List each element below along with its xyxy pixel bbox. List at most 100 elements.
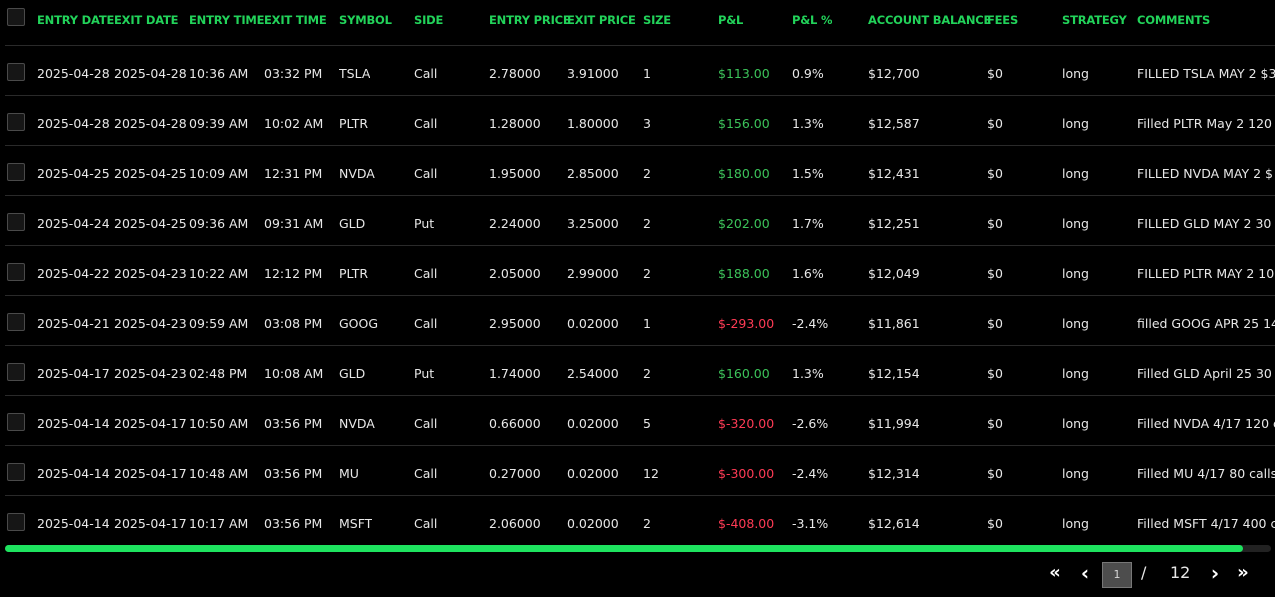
column-header-entry-time[interactable]: ENTRY TIME [189,12,264,28]
row-checkbox[interactable] [7,363,25,381]
row-checkbox[interactable] [7,63,25,81]
table-row[interactable]: 2025-04-17 2025-04-23 02:48 PM 10:08 AM GLD P… [0,346,1275,396]
cell-account-balance: $12,700 [868,66,920,81]
column-header-side[interactable]: SIDE [414,12,443,28]
column-header-fees[interactable]: FEES [987,12,1018,28]
table-row[interactable]: 2025-04-28 2025-04-28 10:36 AM 03:32 PM TSLA… [0,46,1275,96]
cell-entry-time: 09:36 AM [189,216,249,231]
table-row[interactable]: 2025-04-25 2025-04-25 10:09 AM 12:31 PM NVDA… [0,146,1275,196]
page-separator: / [1141,563,1147,582]
cell-fees: $0 [987,366,1003,381]
cell-symbol: GOOG [339,316,379,331]
cell-symbol: MU [339,466,359,481]
cell-entry-time: 10:09 AM [189,166,249,181]
table-row[interactable]: 2025-04-22 2025-04-23 10:22 AM 12:12 PM PLTR… [0,246,1275,296]
cell-side: Call [414,416,438,431]
row-checkbox[interactable] [7,163,25,181]
row-checkbox[interactable] [7,113,25,131]
cell-fees: $0 [987,266,1003,281]
cell-pnl-pct: 1.5% [792,166,824,181]
cell-entry-date: 2025-04-24 [37,216,110,231]
cell-symbol: PLTR [339,116,369,131]
column-header-size[interactable]: SIZE [643,12,671,28]
column-header-exit-time[interactable]: EXIT TIME [264,12,326,28]
cell-entry-price: 0.66000 [489,416,541,431]
cell-entry-date: 2025-04-28 [37,116,110,131]
table-row[interactable]: 2025-04-28 2025-04-28 09:39 AM 10:02 AM PLTR… [0,96,1275,146]
column-header-exit-date[interactable]: EXIT DATE [114,12,178,28]
cell-entry-price: 0.27000 [489,466,541,481]
cell-pnl-pct: 0.9% [792,66,824,81]
table-row[interactable]: 2025-04-14 2025-04-17 10:48 AM 03:56 PM MU Ca… [0,446,1275,496]
column-header-pnl-pct[interactable]: P&L % [792,12,832,28]
cell-exit-date: 2025-04-25 [114,166,187,181]
cell-exit-date: 2025-04-28 [114,66,187,81]
cell-symbol: MSFT [339,516,373,531]
cell-entry-price: 2.95000 [489,316,541,331]
cell-side: Put [414,366,435,381]
cell-account-balance: $12,049 [868,266,920,281]
cell-size: 1 [643,66,651,81]
cell-entry-date: 2025-04-14 [37,416,110,431]
cell-exit-time: 03:56 PM [264,416,323,431]
cell-pnl-pct: 1.3% [792,366,824,381]
cell-exit-price: 0.02000 [567,416,619,431]
row-checkbox[interactable] [7,263,25,281]
table-row[interactable]: 2025-04-14 2025-04-17 10:50 AM 03:56 PM NVDA… [0,396,1275,446]
pagination: « ‹ 1 / 12 › » [1045,560,1275,588]
cell-strategy: long [1062,116,1089,131]
column-header-entry-price[interactable]: ENTRY PRICE [489,12,571,28]
row-checkbox[interactable] [7,513,25,531]
cell-exit-date: 2025-04-23 [114,266,187,281]
cell-strategy: long [1062,216,1089,231]
column-header-entry-date[interactable]: ENTRY DATE [37,12,114,28]
cell-fees: $0 [987,216,1003,231]
cell-size: 2 [643,366,651,381]
horizontal-scrollbar[interactable] [5,545,1271,552]
double-chevron-left-icon[interactable]: « [1045,560,1065,586]
cell-exit-time: 10:08 AM [264,366,324,381]
scrollbar-thumb[interactable] [5,545,1243,552]
chevron-right-icon[interactable]: › [1207,560,1223,586]
cell-comments: Filled PLTR May 2 120 c [1137,116,1275,131]
table-row[interactable]: 2025-04-14 2025-04-17 10:17 AM 03:56 PM MSFT… [0,496,1275,546]
cell-fees: $0 [987,166,1003,181]
select-all-checkbox[interactable] [7,8,25,26]
cell-entry-time: 10:48 AM [189,466,249,481]
cell-comments: Filled NVDA 4/17 120 c [1137,416,1275,431]
cell-account-balance: $12,614 [868,516,920,531]
cell-strategy: long [1062,66,1089,81]
column-header-symbol[interactable]: SYMBOL [339,12,392,28]
cell-account-balance: $12,587 [868,116,920,131]
cell-entry-price: 2.78000 [489,66,541,81]
current-page-input[interactable]: 1 [1102,562,1132,588]
cell-entry-time: 02:48 PM [189,366,248,381]
cell-exit-price: 2.54000 [567,366,619,381]
cell-entry-price: 1.74000 [489,366,541,381]
column-header-account-balance[interactable]: ACCOUNT BALANCE [868,12,991,28]
row-checkbox[interactable] [7,213,25,231]
row-checkbox[interactable] [7,413,25,431]
table-header: ENTRY DATE EXIT DATE ENTRY TIME EXIT TIM… [0,0,1275,46]
row-checkbox[interactable] [7,463,25,481]
cell-size: 2 [643,166,651,181]
column-header-comments[interactable]: COMMENTS [1137,12,1210,28]
cell-pnl-pct: -2.4% [792,466,829,481]
table-row[interactable]: 2025-04-24 2025-04-25 09:36 AM 09:31 AM GLD P… [0,196,1275,246]
column-header-strategy[interactable]: STRATEGY [1062,12,1127,28]
cell-side: Call [414,166,438,181]
cell-size: 12 [643,466,659,481]
column-header-pnl[interactable]: P&L [718,12,743,28]
cell-size: 2 [643,266,651,281]
table-row[interactable]: 2025-04-21 2025-04-23 09:59 AM 03:08 PM GOOG… [0,296,1275,346]
cell-comments: Filled GLD April 25 30 [1137,366,1272,381]
cell-symbol: TSLA [339,66,371,81]
double-chevron-right-icon[interactable]: » [1233,560,1253,586]
row-checkbox[interactable] [7,313,25,331]
cell-entry-time: 10:36 AM [189,66,249,81]
chevron-left-icon[interactable]: ‹ [1077,560,1093,586]
column-header-exit-price[interactable]: EXIT PRICE [567,12,636,28]
cell-strategy: long [1062,416,1089,431]
cell-pnl-pct: 1.7% [792,216,824,231]
cell-pnl: $-293.00 [718,316,775,331]
